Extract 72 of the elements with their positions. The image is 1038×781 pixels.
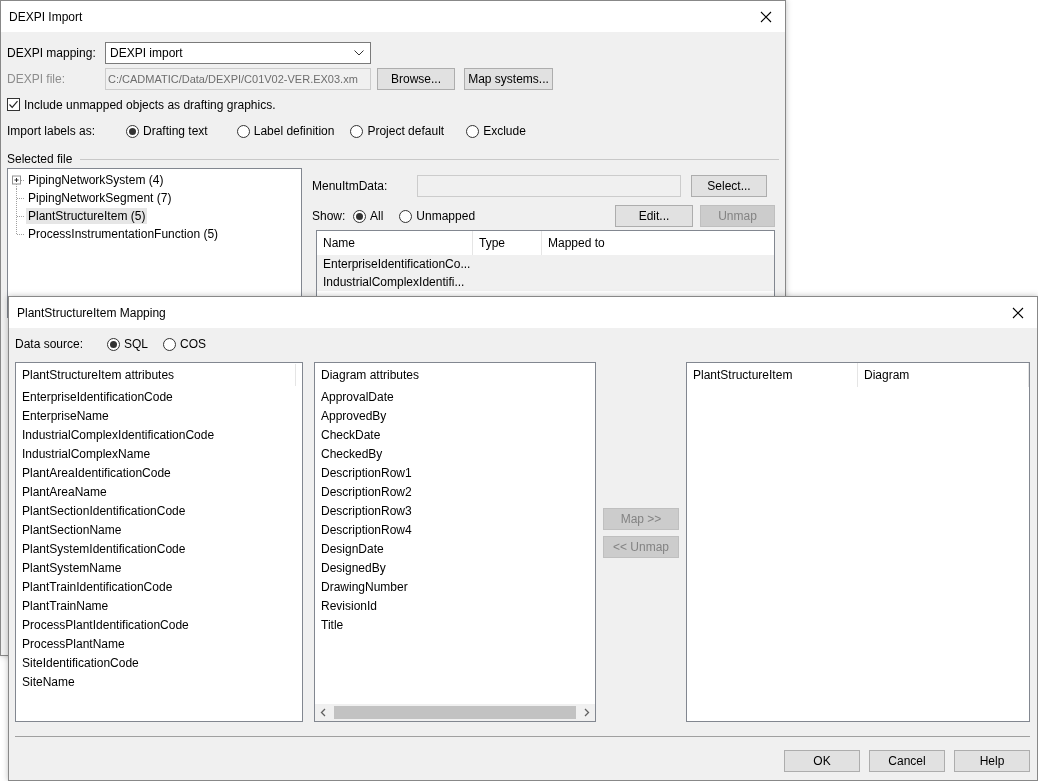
list-item[interactable]: ApprovalDate — [321, 387, 595, 406]
tree-item[interactable]: ProcessInstrumentationFunction (5) — [26, 226, 221, 242]
list-item[interactable]: PlantSectionIdentificationCode — [22, 501, 302, 520]
window-title: DEXPI Import — [9, 9, 83, 24]
field-label: MenuItmData: — [312, 179, 389, 193]
radio-option[interactable]: Exclude — [466, 124, 526, 138]
tree-item[interactable]: PlantStructureItem (5) — [26, 208, 148, 224]
tree-item[interactable]: PipingNetworkSystem (4) — [26, 172, 166, 188]
radio-option[interactable]: COS — [163, 337, 207, 351]
list-item[interactable]: DescriptionRow3 — [321, 501, 595, 520]
list-item[interactable]: PlantSectionName — [22, 520, 302, 539]
group-title: Selected file — [7, 152, 73, 166]
radio-option[interactable]: Project default — [350, 124, 445, 138]
list-item[interactable]: ProcessPlantName — [22, 634, 302, 653]
horizontal-scrollbar[interactable] — [315, 704, 595, 721]
column-header[interactable]: PlantStructureItem — [687, 363, 858, 387]
menu-item-data-field[interactable] — [417, 175, 681, 197]
radio-option[interactable]: Drafting text — [126, 124, 208, 138]
radio-option[interactable]: Label definition — [236, 124, 335, 138]
ok-button[interactable]: OK — [784, 750, 860, 772]
scrollbar-thumb[interactable] — [334, 706, 576, 719]
help-button[interactable]: Help — [954, 750, 1030, 772]
list-item[interactable]: DescriptionRow4 — [321, 520, 595, 539]
radio-option[interactable]: All — [353, 209, 384, 223]
field-label: DEXPI mapping: — [7, 46, 97, 60]
radio-option[interactable]: SQL — [107, 337, 148, 351]
radio-option[interactable]: Unmapped — [399, 209, 476, 223]
field-label: Show: — [312, 209, 347, 223]
list-item[interactable]: PlantTrainName — [22, 596, 302, 615]
list-header: Diagram attributes — [321, 368, 421, 382]
edit-button[interactable]: Edit... — [615, 205, 693, 227]
column-header[interactable]: Diagram — [858, 363, 1029, 387]
list-item[interactable]: EnterpriseName — [22, 406, 302, 425]
chevron-down-icon — [354, 50, 364, 56]
window-title: PlantStructureItem Mapping — [17, 305, 166, 320]
map-systems-button[interactable]: Map systems... — [464, 68, 553, 90]
list-item[interactable]: DescriptionRow1 — [321, 463, 595, 482]
list-item[interactable]: Title — [321, 615, 595, 634]
list-item[interactable]: PlantSystemIdentificationCode — [22, 539, 302, 558]
field-label: DEXPI file: — [7, 72, 67, 86]
tree-item[interactable]: PipingNetworkSegment (7) — [26, 190, 174, 206]
list-item[interactable]: PlantSystemName — [22, 558, 302, 577]
list-item[interactable]: DesignedBy — [321, 558, 595, 577]
table-row[interactable]: IndustrialComplexIdentifi... — [317, 273, 774, 291]
field-label: Data source: — [15, 337, 85, 351]
list-item[interactable]: EnterpriseIdentificationCode — [22, 387, 302, 406]
field-label: Import labels as: — [7, 124, 97, 138]
table-row[interactable]: EnterpriseIdentificationCo... — [317, 255, 774, 273]
list-item[interactable]: CheckDate — [321, 425, 595, 444]
checkbox-option[interactable]: Include unmapped objects as drafting graphics. — [7, 97, 276, 112]
list-item[interactable]: CheckedBy — [321, 444, 595, 463]
close-icon — [760, 10, 772, 23]
list-item[interactable]: SiteName — [22, 672, 302, 691]
browse-button[interactable]: Browse... — [377, 68, 455, 90]
close-icon — [1012, 306, 1024, 319]
list-item[interactable]: PlantAreaName — [22, 482, 302, 501]
list-item[interactable]: DesignDate — [321, 539, 595, 558]
column-header[interactable]: Mapped to — [542, 231, 774, 255]
list-item[interactable]: PlantAreaIdentificationCode — [22, 463, 302, 482]
select-button[interactable]: Select... — [691, 175, 767, 197]
list-item[interactable]: IndustrialComplexIdentificationCode — [22, 425, 302, 444]
list-item[interactable]: DrawingNumber — [321, 577, 595, 596]
list-item[interactable]: ApprovedBy — [321, 406, 595, 425]
list-item[interactable]: DescriptionRow2 — [321, 482, 595, 501]
list-item[interactable]: RevisionId — [321, 596, 595, 615]
list-header: PlantStructureItem attributes — [22, 368, 176, 382]
mapping-dropdown[interactable]: DEXPI import — [105, 42, 371, 64]
list-item[interactable]: SiteIdentificationCode — [22, 653, 302, 672]
list-item[interactable]: ProcessPlantIdentificationCode — [22, 615, 302, 634]
cancel-button[interactable]: Cancel — [869, 750, 945, 772]
list-item[interactable]: PlantTrainIdentificationCode — [22, 577, 302, 596]
list-item[interactable]: IndustrialComplexName — [22, 444, 302, 463]
